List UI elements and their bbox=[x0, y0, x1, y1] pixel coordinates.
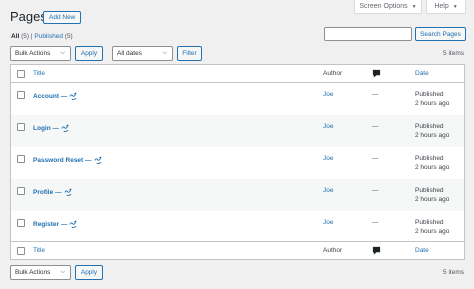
page-title-link[interactable]: Profile — bbox=[33, 189, 62, 196]
row-checkbox[interactable] bbox=[17, 91, 25, 99]
filter-all-count: (5) bbox=[21, 33, 30, 40]
chevron-down-icon: ⌵ bbox=[60, 50, 65, 56]
apply-button-top[interactable]: Apply bbox=[75, 46, 103, 61]
search-pages-button[interactable]: Search Pages bbox=[415, 27, 466, 41]
comments-value: — bbox=[372, 219, 379, 226]
row-title-cell: Login — bbox=[33, 124, 70, 133]
comments-value: — bbox=[372, 91, 379, 98]
comments-value: — bbox=[372, 187, 379, 194]
comments-value: — bbox=[372, 155, 379, 162]
table-row: Login — Joe — Published 2 hours ago bbox=[11, 115, 464, 147]
author-column-footer: Author bbox=[323, 247, 343, 254]
author-link[interactable]: Joe bbox=[323, 91, 333, 98]
ultimate-member-icon bbox=[94, 156, 103, 165]
ultimate-member-icon bbox=[64, 188, 73, 197]
dates-select[interactable]: All dates ⌵ bbox=[112, 46, 173, 61]
screen-options-label: Screen Options bbox=[359, 3, 408, 10]
date-cell: Published 2 hours ago bbox=[415, 154, 449, 172]
table-row: Register — Joe — Published 2 hours ago bbox=[11, 211, 464, 243]
filter-button[interactable]: Filter bbox=[177, 46, 202, 61]
date-cell: Published 2 hours ago bbox=[415, 186, 449, 204]
filter-all-link[interactable]: All (5) bbox=[11, 33, 29, 40]
date-cell: Published 2 hours ago bbox=[415, 218, 449, 236]
date-status: Published bbox=[415, 91, 444, 98]
select-all-checkbox-footer[interactable] bbox=[17, 247, 25, 255]
title-column-header[interactable]: Title bbox=[33, 70, 45, 77]
row-title-cell: Password Reset — bbox=[33, 156, 103, 165]
pages-table: Title Author Date Account — Joe — Publis… bbox=[10, 64, 465, 260]
ultimate-member-icon bbox=[69, 92, 78, 101]
author-link[interactable]: Joe bbox=[323, 187, 333, 194]
author-link[interactable]: Joe bbox=[323, 219, 333, 226]
row-checkbox[interactable] bbox=[17, 155, 25, 163]
date-time: 2 hours ago bbox=[415, 132, 450, 139]
bulk-actions-select-top[interactable]: Bulk Actions ⌵ bbox=[10, 46, 71, 61]
comment-bubble-icon[interactable] bbox=[372, 69, 381, 78]
filter-published-link[interactable]: Published (5) bbox=[34, 33, 72, 40]
chevron-down-icon: ⌵ bbox=[162, 50, 167, 56]
date-time: 2 hours ago bbox=[415, 164, 450, 171]
table-row: Password Reset — Joe — Published 2 hours… bbox=[11, 147, 464, 179]
date-status: Published bbox=[415, 123, 444, 130]
date-cell: Published 2 hours ago bbox=[415, 122, 449, 140]
filter-separator: | bbox=[30, 33, 33, 40]
filter-published-count: (5) bbox=[64, 33, 73, 40]
author-link[interactable]: Joe bbox=[323, 155, 333, 162]
comment-bubble-icon[interactable] bbox=[372, 246, 381, 255]
date-cell: Published 2 hours ago bbox=[415, 90, 449, 108]
row-title-cell: Profile — bbox=[33, 188, 73, 197]
select-all-checkbox[interactable] bbox=[17, 70, 25, 78]
date-time: 2 hours ago bbox=[415, 100, 450, 107]
page-title-link[interactable]: Login — bbox=[33, 125, 59, 132]
ultimate-member-icon bbox=[69, 220, 78, 229]
table-footer: Title Author Date bbox=[11, 241, 464, 259]
help-button[interactable]: Help ▼ bbox=[426, 0, 466, 14]
bulk-actions-select-bottom[interactable]: Bulk Actions ⌵ bbox=[10, 265, 71, 280]
date-status: Published bbox=[415, 219, 444, 226]
bulk-actions-value: Bulk Actions bbox=[15, 269, 51, 276]
date-status: Published bbox=[415, 187, 444, 194]
comments-value: — bbox=[372, 123, 379, 130]
page-title-link[interactable]: Password Reset — bbox=[33, 157, 92, 164]
author-link[interactable]: Joe bbox=[323, 123, 333, 130]
caret-down-icon: ▼ bbox=[411, 3, 417, 10]
page-title: Pages bbox=[10, 9, 47, 24]
date-column-header[interactable]: Date bbox=[415, 70, 429, 77]
date-column-footer[interactable]: Date bbox=[415, 247, 429, 254]
search-input[interactable] bbox=[324, 27, 412, 41]
date-time: 2 hours ago bbox=[415, 228, 450, 235]
page-title-link[interactable]: Account — bbox=[33, 93, 67, 100]
row-title-cell: Account — bbox=[33, 92, 78, 101]
date-status: Published bbox=[415, 155, 444, 162]
row-checkbox[interactable] bbox=[17, 219, 25, 227]
items-count-top: 5 items bbox=[443, 50, 464, 57]
title-column-footer[interactable]: Title bbox=[33, 247, 45, 254]
help-label: Help bbox=[434, 3, 449, 10]
row-title-cell: Register — bbox=[33, 220, 78, 229]
row-checkbox[interactable] bbox=[17, 123, 25, 131]
author-column-header: Author bbox=[323, 70, 343, 77]
page-title-link[interactable]: Register — bbox=[33, 221, 67, 228]
bulk-actions-value: Bulk Actions bbox=[15, 50, 51, 57]
ultimate-member-icon bbox=[61, 124, 70, 133]
caret-down-icon: ▼ bbox=[452, 3, 458, 10]
items-count-bottom: 5 items bbox=[443, 269, 464, 276]
table-row: Profile — Joe — Published 2 hours ago bbox=[11, 179, 464, 211]
row-checkbox[interactable] bbox=[17, 187, 25, 195]
table-header: Title Author Date bbox=[11, 65, 464, 83]
table-row: Account — Joe — Published 2 hours ago bbox=[11, 83, 464, 115]
add-new-button[interactable]: Add New bbox=[43, 11, 82, 24]
screen-options-button[interactable]: Screen Options ▼ bbox=[354, 0, 422, 14]
chevron-down-icon: ⌵ bbox=[60, 269, 65, 275]
date-time: 2 hours ago bbox=[415, 196, 450, 203]
status-filter-links: All (5) | Published (5) bbox=[11, 33, 73, 40]
apply-button-bottom[interactable]: Apply bbox=[75, 265, 103, 280]
dates-value: All dates bbox=[117, 50, 142, 57]
